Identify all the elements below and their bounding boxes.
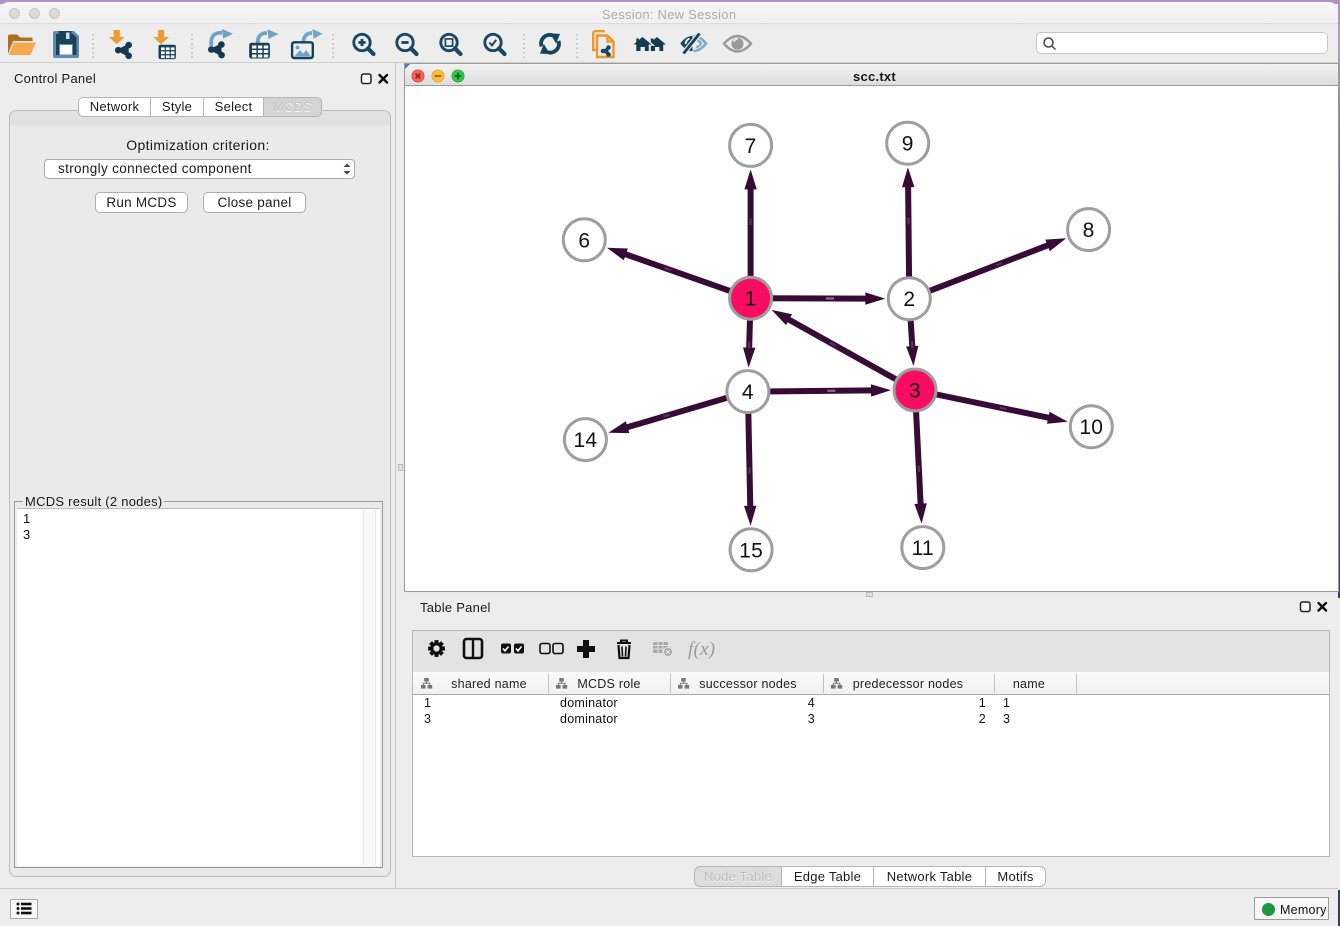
svg-text:MCDS role: MCDS role	[577, 677, 640, 691]
svg-text:shared name: shared name	[451, 677, 527, 691]
svg-text:10: 10	[1079, 416, 1103, 439]
svg-text:14: 14	[573, 429, 597, 452]
svg-text:4: 4	[742, 381, 754, 404]
svg-text:1: 1	[745, 288, 757, 311]
svg-text:predecessor nodes: predecessor nodes	[853, 677, 964, 691]
svg-text:2: 2	[903, 288, 915, 311]
svg-text:successor nodes: successor nodes	[699, 677, 797, 691]
svg-text:15: 15	[739, 539, 763, 562]
svg-text:9: 9	[902, 133, 914, 156]
svg-text:name: name	[1013, 677, 1045, 691]
svg-text:8: 8	[1083, 219, 1095, 242]
svg-text:6: 6	[578, 229, 590, 252]
svg-text:7: 7	[745, 135, 757, 158]
svg-text:3: 3	[909, 380, 921, 403]
svg-text:f(x): f(x)	[688, 639, 715, 660]
svg-text:11: 11	[912, 537, 934, 560]
